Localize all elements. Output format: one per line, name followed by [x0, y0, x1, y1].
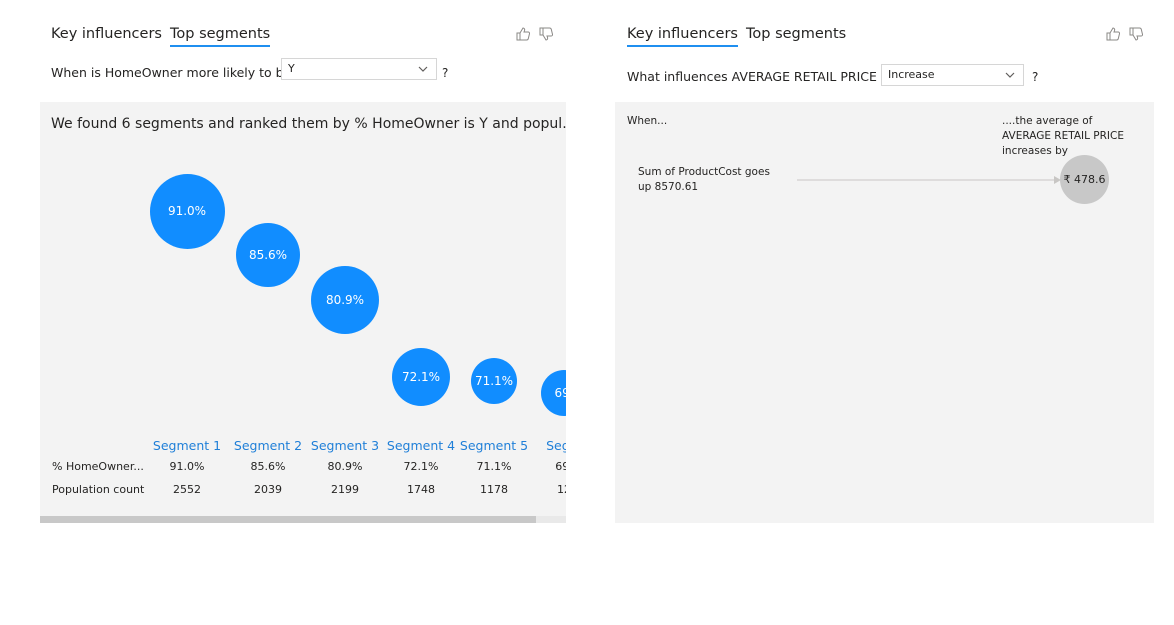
- segment-label[interactable]: Segment 2: [228, 438, 308, 453]
- help-icon[interactable]: ?: [1032, 70, 1038, 84]
- homeowner-pct-cell: 69.: [555, 460, 566, 473]
- homeowner-pct-cell: 91.0%: [169, 460, 205, 473]
- thumbs-up-icon[interactable]: [1105, 26, 1121, 42]
- population-cell: 2552: [173, 483, 201, 496]
- segments-summary: We found 6 segments and ranked them by %…: [51, 116, 566, 132]
- population-cell: 2039: [254, 483, 282, 496]
- segment-label[interactable]: Segment 4: [381, 438, 461, 453]
- chevron-down-icon: [1005, 72, 1015, 78]
- segment-bubble[interactable]: 72.1%: [392, 348, 450, 406]
- influencers-chart: When... ....the average of AVERAGE RETAI…: [615, 102, 1154, 523]
- segment-label[interactable]: Segment 3: [305, 438, 385, 453]
- segment-bubble[interactable]: 80.9%: [311, 266, 379, 334]
- row-label-population: Population count: [52, 483, 145, 496]
- thumbs-up-icon[interactable]: [515, 26, 531, 42]
- help-icon[interactable]: ?: [442, 66, 448, 80]
- segments-chart: We found 6 segments and ranked them by %…: [40, 102, 566, 523]
- segment-label[interactable]: Segment 1: [147, 438, 227, 453]
- segment-bubble[interactable]: 69.: [541, 370, 566, 416]
- tab-top-segments[interactable]: Top segments: [170, 26, 271, 47]
- key-influencers-visual: Key influencers Top segments What influe…: [600, 0, 1174, 625]
- thumbs-down-icon[interactable]: [1128, 26, 1144, 42]
- segment-bubble[interactable]: 91.0%: [149, 173, 225, 249]
- homeowner-pct-cell: 72.1%: [403, 460, 439, 473]
- population-cell: 1178: [480, 483, 508, 496]
- population-cell: 12: [557, 483, 566, 496]
- influencer-value-bubble[interactable]: ₹ 478.6: [1060, 155, 1109, 204]
- segment-label[interactable]: Segment 5: [454, 438, 534, 453]
- tab-key-influencers[interactable]: Key influencers: [627, 26, 738, 47]
- row-label-homeowner: % HomeOwner...: [52, 460, 144, 473]
- thumbs-down-icon[interactable]: [538, 26, 554, 42]
- population-cell: 2199: [331, 483, 359, 496]
- segment-bubble[interactable]: 85.6%: [236, 223, 300, 287]
- segment-bubble[interactable]: 71.1%: [471, 358, 517, 404]
- population-cell: 1748: [407, 483, 435, 496]
- value-dropdown[interactable]: Y: [281, 58, 437, 80]
- influencer-connector: [797, 176, 1061, 184]
- segment-label[interactable]: Segm: [524, 438, 566, 453]
- homeowner-pct-cell: 71.1%: [476, 460, 512, 473]
- result-header: ....the average of AVERAGE RETAIL PRICE …: [1002, 115, 1124, 157]
- dropdown-value: Increase: [888, 68, 935, 81]
- horizontal-scrollbar-thumb[interactable]: [40, 516, 536, 523]
- homeowner-pct-cell: 80.9%: [327, 460, 363, 473]
- question-label: When is HomeOwner more likely to be: [51, 65, 292, 80]
- top-segments-visual: Key influencers Top segments When is Hom…: [0, 0, 580, 625]
- dropdown-value: Y: [288, 62, 295, 75]
- chevron-down-icon: [418, 66, 428, 72]
- direction-dropdown[interactable]: Increase: [881, 64, 1024, 86]
- influencer-label[interactable]: Sum of ProductCost goes up 8570.61: [638, 165, 778, 195]
- question-label: What influences AVERAGE RETAIL PRICE to: [627, 69, 894, 84]
- homeowner-pct-cell: 85.6%: [250, 460, 286, 473]
- when-label: When...: [627, 115, 668, 127]
- tab-key-influencers[interactable]: Key influencers: [51, 26, 162, 42]
- tab-top-segments[interactable]: Top segments: [746, 26, 846, 42]
